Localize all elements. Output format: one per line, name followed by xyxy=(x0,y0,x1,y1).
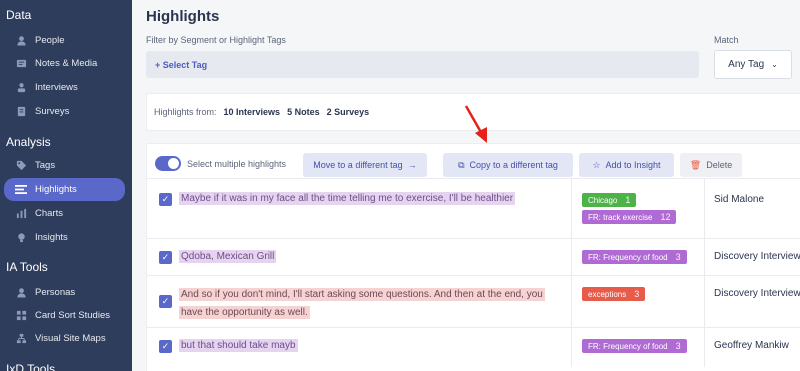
trash-icon: 🗑 xyxy=(689,159,702,170)
delete-button[interactable]: 🗑 Delete xyxy=(680,153,742,177)
tag-icon xyxy=(15,160,27,172)
highlight-text: Qdoba, Mexican Grill xyxy=(179,250,277,263)
copy-to-tag-button[interactable]: ⧉ Copy to a different tag xyxy=(443,153,573,177)
sidebar-item-card-sort-studies[interactable]: Card Sort Studies xyxy=(4,304,125,327)
select-multiple-label: Select multiple highlights xyxy=(187,159,287,169)
section-title-ixd-tools: IxD Tools xyxy=(6,362,56,371)
surveys-count[interactable]: 2 Surveys xyxy=(327,107,370,117)
tags-cell: FR: Frequency of food 3 xyxy=(571,328,705,367)
move-to-tag-button[interactable]: Move to a different tag → xyxy=(303,153,427,177)
bulb-icon xyxy=(15,232,27,244)
sidebar-item-visual-site-maps[interactable]: Visual Site Maps xyxy=(4,327,125,350)
sidebar-item-tags[interactable]: Tags xyxy=(4,154,125,177)
sidebar-item-insights[interactable]: Insights xyxy=(4,226,125,249)
filter-label: Filter by Segment or Highlight Tags xyxy=(146,35,286,45)
highlight-text: but that should take mayb xyxy=(179,339,298,352)
notes-count[interactable]: 5 Notes xyxy=(287,107,320,117)
highlights-from-label: Highlights from: xyxy=(154,107,217,117)
tag-fr-frequency-of-food[interactable]: FR: Frequency of food 3 xyxy=(582,339,687,353)
match-value: Any Tag xyxy=(728,59,765,70)
highlight-text: Maybe if it was in my face all the time … xyxy=(179,192,516,205)
sidebar-item-charts[interactable]: Charts xyxy=(4,202,125,225)
source-name[interactable]: Sid Malone xyxy=(714,194,764,205)
source-name[interactable]: Discovery Interview xyxy=(714,251,800,262)
interviews-icon xyxy=(15,82,27,94)
row-checkbox[interactable]: ✓ xyxy=(159,193,172,206)
source-name[interactable]: Discovery Interview xyxy=(714,288,800,299)
highlights-list: Select multiple highlights Move to a dif… xyxy=(146,143,800,371)
notes-icon xyxy=(15,58,27,70)
persona-icon xyxy=(15,287,27,299)
row-checkbox[interactable]: ✓ xyxy=(159,251,172,264)
highlights-icon xyxy=(15,184,27,196)
chart-icon xyxy=(15,208,27,220)
tags-cell: FR: Frequency of food 3 xyxy=(571,239,705,275)
interviews-count[interactable]: 10 Interviews xyxy=(224,107,281,117)
row-checkbox[interactable]: ✓ xyxy=(159,340,172,353)
source-name[interactable]: Geoffrey Mankiw xyxy=(714,340,789,351)
add-to-insight-button[interactable]: ☆ Add to Insight xyxy=(579,153,674,177)
star-icon: ☆ xyxy=(592,159,601,170)
sidebar-item-notes-media[interactable]: Notes & Media xyxy=(4,52,125,75)
select-tag-button[interactable]: + Select Tag xyxy=(146,51,699,78)
table-row[interactable]: ✓ Maybe if it was in my face all the tim… xyxy=(147,178,800,238)
page-title: Highlights xyxy=(146,8,220,25)
match-label: Match xyxy=(714,35,739,45)
arrow-right-icon: → xyxy=(407,160,417,170)
match-dropdown[interactable]: Any Tag ⌄ xyxy=(714,50,792,79)
sidebar-item-personas[interactable]: Personas xyxy=(4,281,125,304)
highlight-text: And so if you don't mind, I'll start ask… xyxy=(179,288,545,319)
section-title-analysis: Analysis xyxy=(6,135,51,149)
copy-icon: ⧉ xyxy=(458,159,465,170)
sidebar-item-surveys[interactable]: Surveys xyxy=(4,100,125,123)
select-multiple-toggle[interactable] xyxy=(155,156,181,171)
sidebar-item-people[interactable]: People xyxy=(4,29,125,52)
row-checkbox[interactable]: ✓ xyxy=(159,295,172,308)
sidebar-item-interviews[interactable]: Interviews xyxy=(4,76,125,99)
section-title-ia-tools: IA Tools xyxy=(6,260,48,274)
tags-cell: exceptions 3 xyxy=(571,276,705,327)
tag-fr-track-exercise[interactable]: FR: track exercise 12 xyxy=(582,210,677,224)
tag-fr-frequency-of-food[interactable]: FR: Frequency of food 3 xyxy=(582,250,687,264)
card-sort-icon xyxy=(15,310,27,322)
surveys-icon xyxy=(15,106,27,118)
chevron-down-icon: ⌄ xyxy=(771,60,778,69)
table-row[interactable]: ✓ but that should take mayb FR: Frequenc… xyxy=(147,327,800,367)
tags-cell: Chicago 1 FR: track exercise 12 xyxy=(571,179,705,238)
table-row[interactable]: ✓ Qdoba, Mexican Grill FR: Frequency of … xyxy=(147,238,800,275)
tag-exceptions[interactable]: exceptions 3 xyxy=(582,287,646,301)
people-icon xyxy=(15,35,27,47)
section-title-data: Data xyxy=(6,8,32,22)
main-content: Highlights Filter by Segment or Highligh… xyxy=(132,0,800,371)
sitemap-icon xyxy=(15,333,27,345)
sidebar-item-highlights[interactable]: Highlights xyxy=(4,178,125,201)
highlights-from-bar: Highlights from: 10 Interviews 5 Notes 2… xyxy=(146,93,800,131)
sidebar: Data People Notes & Media Interviews Sur… xyxy=(0,0,132,371)
tag-chicago[interactable]: Chicago 1 xyxy=(582,193,637,207)
table-row[interactable]: ✓ And so if you don't mind, I'll start a… xyxy=(147,275,800,327)
